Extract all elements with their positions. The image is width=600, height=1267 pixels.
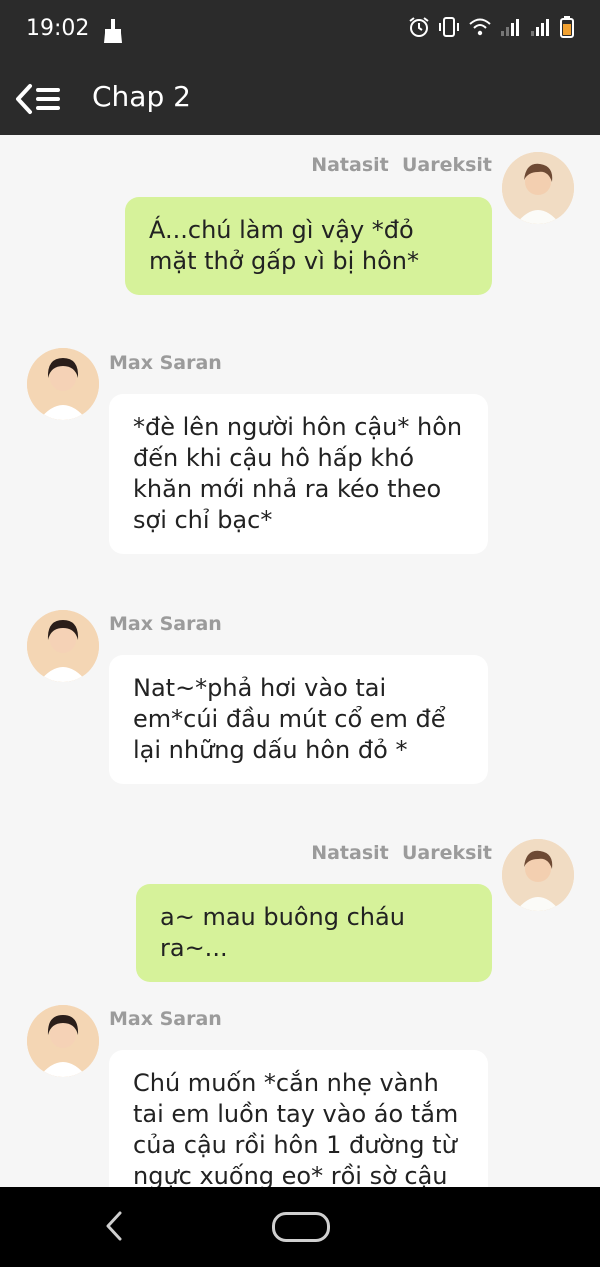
back-menu-icon[interactable] xyxy=(14,82,62,116)
signal-icon xyxy=(531,19,549,36)
status-icons xyxy=(408,16,574,38)
message-bubble[interactable]: Chú muốn *cắn nhẹ vành tai em luồn tay v… xyxy=(109,1050,488,1187)
navigation-bar xyxy=(0,1187,600,1267)
chat-list[interactable]: Natasit Uareksit Á...chú làm gì vậy *đỏ … xyxy=(0,135,600,1187)
avatar[interactable] xyxy=(27,1005,99,1077)
broom-icon xyxy=(104,19,122,43)
avatar[interactable] xyxy=(27,610,99,682)
sender-name: Natasit Uareksit xyxy=(311,154,492,176)
message-bubble[interactable]: Á...chú làm gì vậy *đỏ mặt thở gấp vì bị… xyxy=(125,197,492,295)
avatar[interactable] xyxy=(502,839,574,911)
status-time: 19:02 xyxy=(26,16,90,41)
signal-icon xyxy=(501,19,519,36)
alarm-icon xyxy=(409,17,429,37)
top-bar: 19:02 Chap 2 xyxy=(0,0,600,135)
avatar[interactable] xyxy=(502,152,574,224)
vibrate-icon xyxy=(439,17,459,37)
message-bubble[interactable]: Nat~*phả hơi vào tai em*cúi đầu mút cổ e… xyxy=(109,655,488,784)
back-icon[interactable] xyxy=(100,1209,130,1243)
home-icon[interactable] xyxy=(272,1212,330,1242)
message-bubble[interactable]: *đè lên người hôn cậu* hôn đến khi cậu h… xyxy=(109,394,488,554)
sender-name: Max Saran xyxy=(109,613,222,635)
message-bubble[interactable]: a~ mau buông cháu ra~... xyxy=(136,884,492,982)
page-title: Chap 2 xyxy=(92,80,191,113)
battery-icon xyxy=(560,16,574,38)
sender-name: Max Saran xyxy=(109,1008,222,1030)
sender-name: Max Saran xyxy=(109,352,222,374)
wifi-icon xyxy=(469,18,491,36)
sender-name: Natasit Uareksit xyxy=(311,842,492,864)
avatar[interactable] xyxy=(27,348,99,420)
